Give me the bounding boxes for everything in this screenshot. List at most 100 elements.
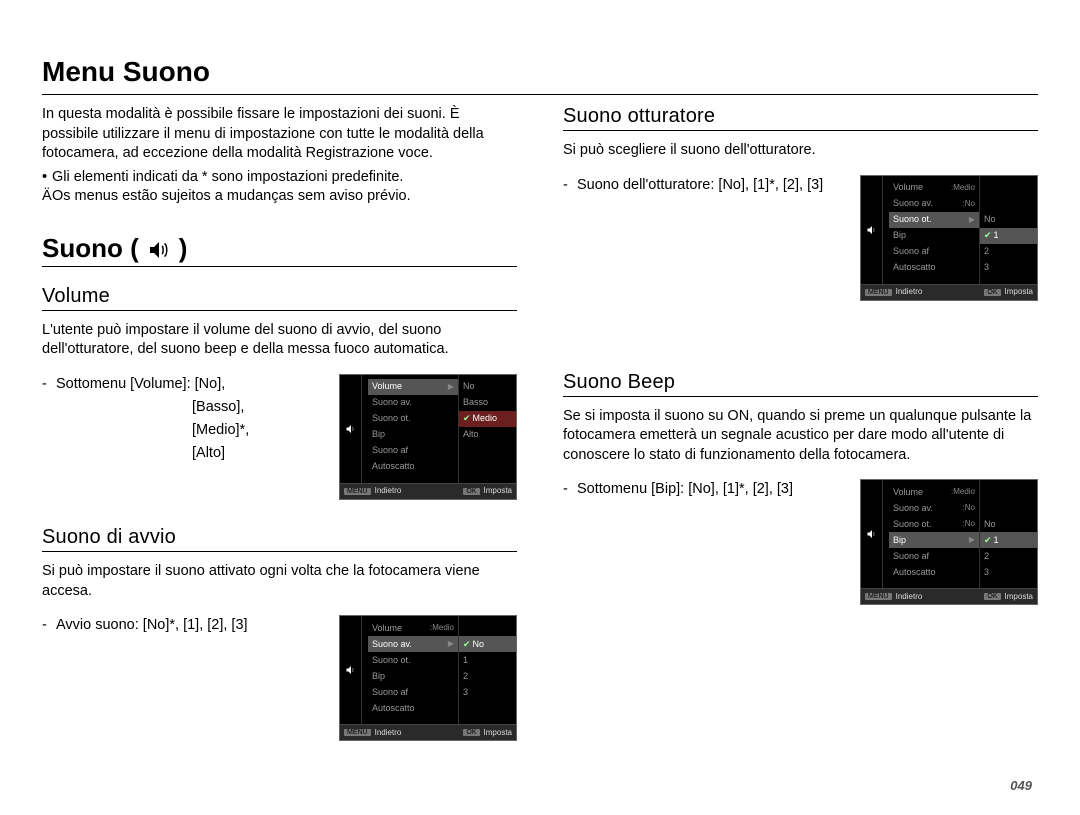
otturatore-heading: Suono otturatore	[563, 105, 1038, 128]
back-label: Indietro	[375, 729, 402, 737]
beep-desc: Se si imposta il suono su ON, quando si …	[563, 407, 1038, 466]
volume-rule	[42, 310, 517, 311]
check-icon: ✔	[463, 414, 471, 423]
right-column: Suono otturatore Si può scegliere il suo…	[563, 105, 1038, 741]
lcd-opt: No	[984, 215, 996, 224]
suono-heading-rule	[42, 266, 517, 267]
beep-heading: Suono Beep	[563, 371, 1038, 394]
lcd-row-label: Suono af	[893, 247, 929, 256]
lcd-tab-icon	[861, 480, 883, 588]
lcd-row-label: Bip	[372, 430, 385, 439]
intro-bullet-1-text: Gli elementi indicati da * sono impostaz…	[52, 169, 403, 185]
menu-button-icon: MENU	[865, 289, 892, 296]
lcd-footer: MENU Indietro OK Imposta	[861, 284, 1037, 300]
avvio-sub-label: Avvio suono: [No]*, [1], [2], [3]	[56, 617, 248, 633]
lcd-row-label: Suono af	[372, 688, 408, 697]
speaker-icon	[147, 233, 171, 264]
dash-marker: -	[563, 175, 568, 196]
lcd-opt: No	[473, 640, 485, 649]
lcd-opt: 2	[984, 552, 989, 561]
lcd-opt: 3	[984, 568, 989, 577]
lcd-row-label: Suono av.	[893, 504, 933, 513]
lcd-tail-val: :Medio	[430, 624, 454, 632]
volume-lcd: Volume▶ Suono av. Suono ot. Bip Suono af…	[339, 374, 517, 500]
page-title: Menu Suono	[42, 56, 1038, 88]
lcd-opt: 3	[463, 688, 468, 697]
lcd-opt: 2	[463, 672, 468, 681]
lcd-opt: No	[984, 520, 996, 529]
lcd-row-label: Bip	[893, 231, 906, 240]
otturatore-lcd: Volume:Medio Suono av.:No Suono ot.▶ Bip…	[860, 175, 1038, 301]
dash-marker: -	[563, 479, 568, 500]
beep-rule	[563, 396, 1038, 397]
check-icon: ✔	[463, 640, 471, 649]
back-label: Indietro	[896, 288, 923, 296]
lcd-opt: 3	[984, 263, 989, 272]
lcd-tab-icon	[340, 375, 362, 483]
lcd-opt: Alto	[463, 430, 479, 439]
lcd-opt: Basso	[463, 398, 488, 407]
ok-button-icon: OK	[463, 729, 479, 736]
lcd-tab-icon	[340, 616, 362, 724]
set-label: Imposta	[484, 729, 512, 737]
lcd-opt: Medio	[473, 414, 498, 423]
lcd-row-label: Volume	[372, 382, 402, 391]
lcd-row-label: Volume	[372, 624, 402, 633]
lcd-row-label: Suono ot.	[893, 215, 932, 224]
back-label: Indietro	[896, 593, 923, 601]
lcd-tab-icon	[861, 176, 883, 284]
intro-paragraph: In questa modalità è possibile fissare l…	[42, 105, 517, 164]
volume-opt-0: [No],	[195, 376, 226, 392]
lcd-row-label: Autoscatto	[372, 462, 415, 471]
avvio-rule	[42, 551, 517, 552]
volume-heading: Volume	[42, 285, 517, 308]
volume-opt-2: [Medio]*,	[56, 420, 249, 441]
title-rule	[42, 94, 1038, 95]
lcd-row-label: Suono av.	[893, 199, 933, 208]
otturatore-submenu: - Suono dell'otturatore: [No], [1]*, [2]…	[563, 175, 823, 196]
lcd-footer: MENU Indietro OK Imposta	[340, 724, 516, 740]
otturatore-sub-label: Suono dell'otturatore: [No], [1]*, [2], …	[577, 177, 823, 193]
intro-bullet-2-text: Os menus estão sujeitos a mudanças sem a…	[52, 188, 411, 204]
intro-block: In questa modalità è possibile fissare l…	[42, 105, 517, 207]
lcd-row-label: Suono av.	[372, 398, 412, 407]
lcd-opt: 2	[984, 247, 989, 256]
page-number: 049	[1010, 778, 1032, 793]
menu-button-icon: MENU	[865, 593, 892, 600]
beep-lcd: Volume:Medio Suono av.:No Suono ot.:No B…	[860, 479, 1038, 605]
check-icon: ✔	[984, 536, 992, 545]
avvio-submenu: - Avvio suono: [No]*, [1], [2], [3]	[42, 615, 248, 636]
lcd-row-label: Suono av.	[372, 640, 412, 649]
check-icon: ✔	[984, 231, 992, 240]
lcd-footer: MENU Indietro OK Imposta	[340, 483, 516, 499]
volume-desc: L'utente può impostare il volume del suo…	[42, 321, 517, 360]
lcd-footer: MENU Indietro OK Imposta	[861, 588, 1037, 604]
lcd-row-label: Volume	[893, 183, 923, 192]
menu-button-icon: MENU	[344, 488, 371, 495]
avvio-heading: Suono di avvio	[42, 526, 517, 549]
lcd-row-label: Autoscatto	[893, 568, 936, 577]
lcd-row-label: Suono ot.	[893, 520, 932, 529]
volume-sub-label: Sottomenu [Volume]:	[56, 376, 191, 392]
avvio-desc: Si può impostare il suono attivato ogni …	[42, 562, 517, 601]
lcd-opt: 1	[994, 231, 999, 240]
lcd-row-label: Suono ot.	[372, 656, 411, 665]
menu-button-icon: MENU	[344, 729, 371, 736]
note-marker: Ä	[42, 187, 52, 207]
suono-heading-text: Suono (	[42, 233, 139, 264]
bullet-marker: •	[42, 168, 47, 188]
set-label: Imposta	[484, 487, 512, 495]
set-label: Imposta	[1005, 593, 1033, 601]
lcd-row-label: Volume	[893, 488, 923, 497]
ok-button-icon: OK	[463, 488, 479, 495]
lcd-opt: 1	[463, 656, 468, 665]
intro-bullet-1: • Gli elementi indicati da * sono impost…	[42, 168, 517, 188]
otturatore-desc: Si può scegliere il suono dell'otturator…	[563, 141, 1038, 161]
back-label: Indietro	[375, 487, 402, 495]
lcd-tail-val: :No	[963, 200, 975, 208]
ok-button-icon: OK	[984, 593, 1000, 600]
lcd-tail-val: :Medio	[951, 488, 975, 496]
lcd-tail-val: :No	[963, 520, 975, 528]
lcd-row-label: Autoscatto	[893, 263, 936, 272]
lcd-row-label: Bip	[372, 672, 385, 681]
